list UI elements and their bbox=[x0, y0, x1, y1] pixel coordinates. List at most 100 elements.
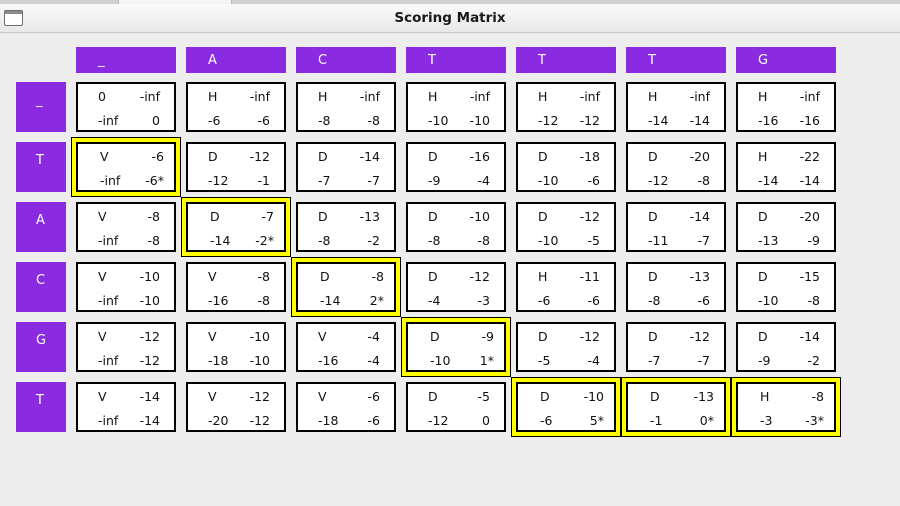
row-header: G bbox=[16, 322, 66, 372]
cell-score-left: -inf bbox=[98, 233, 119, 248]
column-header: T bbox=[406, 47, 506, 73]
cell-direction: H bbox=[428, 89, 438, 104]
cell-direction: H bbox=[648, 89, 658, 104]
cell-score-total: 2* bbox=[369, 293, 384, 308]
cell-score-top: -7 bbox=[261, 209, 274, 224]
cell-score-left: -6 bbox=[208, 113, 221, 128]
cell-score-left: -20 bbox=[208, 413, 229, 428]
cell-direction: D bbox=[210, 209, 220, 224]
cell-direction: V bbox=[208, 329, 217, 344]
cell-score-left: -12 bbox=[208, 173, 229, 188]
cell-score-top: -inf bbox=[799, 89, 820, 104]
cell-score-left: -14 bbox=[320, 293, 341, 308]
matrix-cell-traceback-path: D -8 -14 2* bbox=[292, 258, 400, 316]
cell-score-total: -4 bbox=[367, 353, 380, 368]
cell-score-total: -6 bbox=[257, 113, 270, 128]
cell-direction: D bbox=[538, 149, 548, 164]
matrix-cell: D -20 -13 -9 bbox=[736, 202, 836, 252]
cell-direction: D bbox=[758, 269, 768, 284]
cell-score-left: -inf bbox=[100, 173, 121, 188]
cell-direction: V bbox=[98, 269, 107, 284]
cell-direction: D bbox=[648, 329, 658, 344]
cell-score-left: -10 bbox=[758, 293, 779, 308]
matrix-cell: V -8 -16 -8 bbox=[186, 262, 286, 312]
column-header: A bbox=[186, 47, 286, 73]
cell-score-total: -7 bbox=[697, 353, 710, 368]
cell-score-top: -11 bbox=[579, 269, 600, 284]
cell-score-total: -3* bbox=[805, 413, 824, 428]
cell-score-total: -8 bbox=[367, 113, 380, 128]
cell-direction: D bbox=[318, 149, 328, 164]
cell-score-top: -20 bbox=[689, 149, 710, 164]
cell-score-left: -6 bbox=[540, 413, 553, 428]
cell-score-left: -11 bbox=[648, 233, 669, 248]
cell-score-top: -12 bbox=[249, 149, 270, 164]
cell-score-top: -8 bbox=[811, 389, 824, 404]
matrix-cell: H -22 -14 -14 bbox=[736, 142, 836, 192]
cell-score-total: -2 bbox=[807, 353, 820, 368]
cell-direction: V bbox=[98, 389, 107, 404]
cell-direction: D bbox=[428, 149, 438, 164]
column-header: T bbox=[626, 47, 726, 73]
matrix-cell: D -5 -12 0 bbox=[406, 382, 506, 432]
cell-score-top: -18 bbox=[579, 149, 600, 164]
cell-score-top: -12 bbox=[689, 329, 710, 344]
matrix-cell: V -4 -16 -4 bbox=[296, 322, 396, 372]
matrix-cell: D -10 -8 -8 bbox=[406, 202, 506, 252]
cell-score-left: -7 bbox=[648, 353, 661, 368]
cell-score-top: -13 bbox=[359, 209, 380, 224]
cell-direction: V bbox=[208, 389, 217, 404]
matrix-cell: D -12 -4 -3 bbox=[406, 262, 506, 312]
cell-score-top: -8 bbox=[257, 269, 270, 284]
matrix-cell-traceback-path: D -10 -6 5* bbox=[512, 378, 620, 436]
cell-score-left: -4 bbox=[428, 293, 441, 308]
cell-score-left: -inf bbox=[98, 413, 119, 428]
matrix-cell: D -14 -9 -2 bbox=[736, 322, 836, 372]
cell-score-top: -12 bbox=[469, 269, 490, 284]
cell-direction: H bbox=[318, 89, 328, 104]
cell-score-top: -8 bbox=[371, 269, 384, 284]
cell-score-top: -13 bbox=[689, 269, 710, 284]
cell-score-total: -12 bbox=[579, 113, 600, 128]
cell-score-total: -4 bbox=[587, 353, 600, 368]
cell-score-left: -16 bbox=[208, 293, 229, 308]
matrix-cell: D -14 -11 -7 bbox=[626, 202, 726, 252]
cell-score-top: -inf bbox=[579, 89, 600, 104]
cell-score-left: -12 bbox=[538, 113, 559, 128]
cell-score-top: -15 bbox=[799, 269, 820, 284]
cell-score-total: 0* bbox=[699, 413, 714, 428]
cell-direction: H bbox=[538, 89, 548, 104]
matrix-cell: D -13 -8 -6 bbox=[626, 262, 726, 312]
title-bar[interactable]: Scoring Matrix bbox=[0, 4, 900, 33]
matrix-cell: D -12 -5 -4 bbox=[516, 322, 616, 372]
cell-score-top: -inf bbox=[359, 89, 380, 104]
cell-score-total: -5 bbox=[587, 233, 600, 248]
matrix-cell: V -6 -18 -6 bbox=[296, 382, 396, 432]
cell-direction: D bbox=[430, 329, 440, 344]
cell-score-left: -8 bbox=[318, 233, 331, 248]
cell-score-total: -12 bbox=[139, 353, 160, 368]
matrix-cell: D -15 -10 -8 bbox=[736, 262, 836, 312]
cell-score-top: -inf bbox=[249, 89, 270, 104]
cell-score-top: -14 bbox=[139, 389, 160, 404]
matrix-cell: D -12 -10 -5 bbox=[516, 202, 616, 252]
cell-score-total: -8 bbox=[147, 233, 160, 248]
cell-score-top: -20 bbox=[799, 209, 820, 224]
cell-score-left: -14 bbox=[648, 113, 669, 128]
cell-score-left: -10 bbox=[428, 113, 449, 128]
cell-score-total: -9 bbox=[807, 233, 820, 248]
matrix-cell-traceback-path: D -7 -14 -2* bbox=[182, 198, 290, 256]
cell-score-top: -6 bbox=[151, 149, 164, 164]
cell-score-total: -6 bbox=[587, 173, 600, 188]
cell-direction: D bbox=[428, 389, 438, 404]
cell-direction: H bbox=[758, 89, 768, 104]
cell-direction: D bbox=[540, 389, 550, 404]
cell-direction: D bbox=[650, 389, 660, 404]
cell-score-top: -13 bbox=[693, 389, 714, 404]
cell-score-total: -10 bbox=[139, 293, 160, 308]
cell-score-left: -14 bbox=[758, 173, 779, 188]
matrix-cell: V -14 -inf -14 bbox=[76, 382, 176, 432]
cell-direction: D bbox=[758, 329, 768, 344]
cell-score-left: -18 bbox=[318, 413, 339, 428]
cell-score-total: 0 bbox=[152, 113, 160, 128]
